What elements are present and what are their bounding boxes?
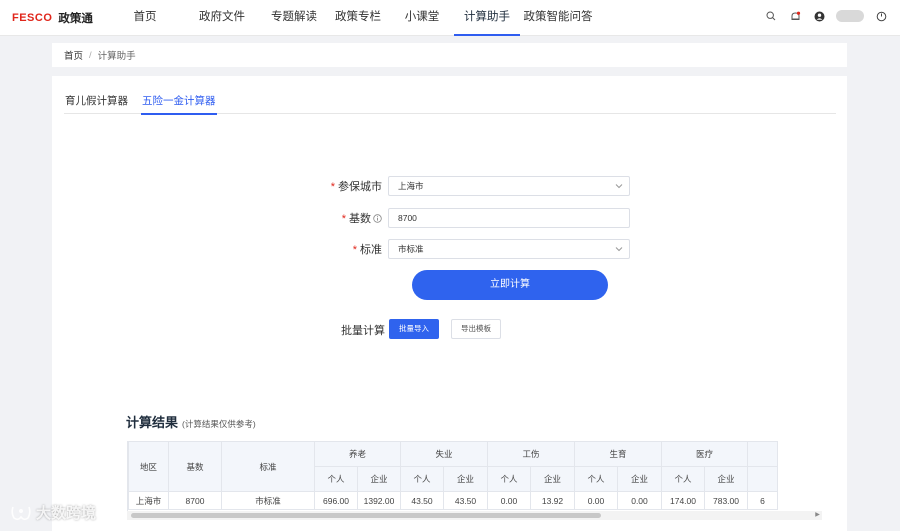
avatar[interactable]: [836, 10, 864, 22]
cell-value: 0.00: [617, 491, 662, 510]
header-tools: [764, 9, 888, 23]
scroll-right-icon[interactable]: ▶: [813, 511, 822, 520]
tab-parental-leave[interactable]: 育儿假计算器: [64, 90, 129, 114]
cell-value: 43.50: [443, 491, 488, 510]
city-select[interactable]: 上海市: [388, 176, 630, 196]
base-label: * 基数: [318, 210, 388, 226]
cell-value: 0.00: [574, 491, 618, 510]
tab-social-insurance[interactable]: 五险一金计算器: [141, 90, 217, 115]
col-pension: 养老: [314, 441, 401, 467]
cell-value: 1392.00: [357, 491, 401, 510]
col-medical: 医疗: [661, 441, 748, 467]
result-note: (计算结果仅供参考): [182, 419, 256, 429]
batch-label: 批量计算: [341, 325, 385, 337]
nav-home[interactable]: 首页: [120, 0, 170, 36]
watermark-text: 大数跨境: [36, 505, 97, 522]
col-company: 企业: [617, 466, 662, 492]
nav-policy-column[interactable]: 政策专栏: [330, 0, 386, 36]
standard-select[interactable]: 市标准: [388, 239, 630, 259]
col-personal: 个人: [314, 466, 358, 492]
col-base: 基数: [168, 441, 222, 492]
col-region: 地区: [128, 441, 169, 492]
nav-policy-qa[interactable]: 政策智能问答: [520, 0, 596, 36]
user-icon[interactable]: [812, 9, 826, 23]
nav-calc-assistant[interactable]: 计算助手: [454, 0, 520, 36]
cell-value: 43.50: [400, 491, 444, 510]
result-heading: 计算结果 (计算结果仅供参考): [126, 412, 256, 431]
cell-value: 174.00: [661, 491, 705, 510]
base-input[interactable]: [398, 213, 623, 223]
city-row: * 参保城市 上海市: [318, 176, 630, 196]
result-table: 地区 基数 标准 养老 失业 工伤 生育 医疗 个人 企业 个人 企业 个人 企…: [128, 441, 778, 510]
table-row: 上海市 8700 市标准 696.00 1392.00 43.50 43.50 …: [128, 491, 778, 510]
cell-value: 0.00: [487, 491, 531, 510]
top-navbar: FESCO 政策通 首页 政府文件 专题解读 政策专栏 小课堂 计算助手 政策智…: [0, 0, 900, 36]
breadcrumb-current: 计算助手: [97, 51, 136, 62]
standard-value: 市标准: [398, 244, 424, 254]
col-personal: 个人: [661, 466, 705, 492]
nav-gov-docs[interactable]: 政府文件: [186, 0, 258, 36]
base-row: * 基数: [318, 208, 630, 228]
calculator-panel: 育儿假计算器 五险一金计算器 *参保城市 上海市 *基数 *标准 市标准 立即计…: [52, 76, 847, 531]
nav-topic-interpretation[interactable]: 专题解读: [266, 0, 322, 36]
watermark: 大数跨境: [10, 502, 96, 523]
power-icon[interactable]: [874, 9, 888, 23]
city-value: 上海市: [398, 181, 424, 191]
watermark-logo-icon: [11, 506, 31, 520]
breadcrumb-home[interactable]: 首页: [64, 48, 83, 62]
chevron-down-icon: [615, 247, 623, 252]
nav-mini-class[interactable]: 小课堂: [394, 0, 450, 36]
brand[interactable]: FESCO 政策通: [12, 10, 93, 26]
main-nav: 首页 政府文件 专题解读 政策专栏 小课堂 计算助手 政策智能问答: [120, 0, 596, 36]
calculator-tabs: 育儿假计算器 五险一金计算器: [64, 90, 836, 115]
city-label: * 参保城市: [330, 181, 382, 193]
col-personal: 个人: [487, 466, 531, 492]
col-unemployment: 失业: [400, 441, 488, 467]
standard-label: * 标准: [352, 244, 382, 256]
cell-value: 696.00: [314, 491, 358, 510]
scroll-thumb[interactable]: [131, 513, 601, 518]
col-maternity: 生育: [574, 441, 662, 467]
col-overflow: [747, 441, 778, 467]
result-title: 计算结果: [126, 415, 179, 430]
col-company: 企业: [704, 466, 748, 492]
cell-value: 13.92: [530, 491, 575, 510]
cell-region: 上海市: [128, 491, 169, 510]
cell-value-overflow: 6: [747, 491, 778, 510]
breadcrumb: 首页 / 计算助手: [52, 43, 847, 67]
info-icon[interactable]: [373, 214, 382, 223]
col-personal: 个人: [574, 466, 618, 492]
export-template-button[interactable]: 导出模板: [451, 319, 501, 339]
col-company: 企业: [530, 466, 575, 492]
batch-import-button[interactable]: 批量导入: [389, 319, 439, 339]
cell-value: 783.00: [704, 491, 748, 510]
result-table-wrap: 地区 基数 标准 养老 失业 工伤 生育 医疗 个人 企业 个人 企业 个人 企…: [127, 441, 822, 511]
col-overflow-sub: [747, 466, 778, 492]
col-company: 企业: [357, 466, 401, 492]
col-injury: 工伤: [487, 441, 575, 467]
brand-logo: FESCO: [12, 12, 53, 24]
standard-row: * 标准 市标准: [318, 239, 630, 259]
table-scrollbar[interactable]: ▶: [127, 511, 822, 520]
breadcrumb-separator: /: [89, 49, 92, 61]
chevron-down-icon: [615, 184, 623, 189]
base-field[interactable]: [388, 208, 630, 228]
cell-base: 8700: [168, 491, 222, 510]
calculate-button[interactable]: 立即计算: [412, 270, 608, 300]
bell-icon[interactable]: [788, 9, 802, 23]
site-name: 政策通: [58, 13, 93, 25]
cell-standard: 市标准: [221, 491, 315, 510]
col-standard: 标准: [221, 441, 315, 492]
col-company: 企业: [443, 466, 488, 492]
search-icon[interactable]: [764, 9, 778, 23]
col-personal: 个人: [400, 466, 444, 492]
